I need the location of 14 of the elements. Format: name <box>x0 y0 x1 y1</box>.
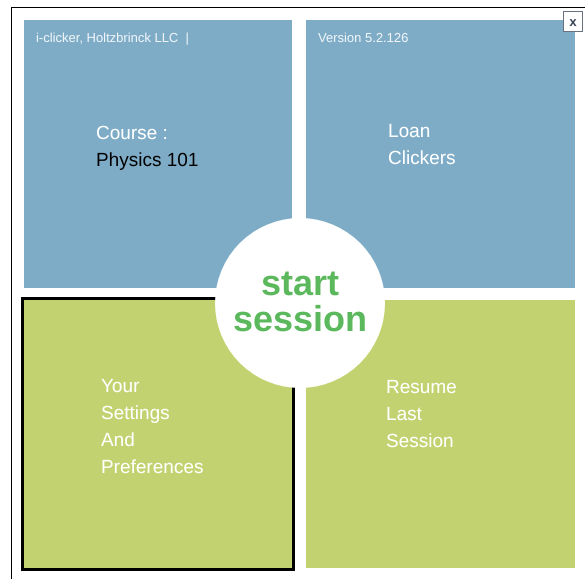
tile-label: Course : <box>96 122 169 146</box>
course-name: Physics 101 <box>96 149 200 173</box>
tile-label: Resume <box>386 376 458 400</box>
tile-label: Last <box>386 403 423 427</box>
caption-text: i-clicker, Holtzbrinck LLC | <box>36 29 189 47</box>
tile-label: And <box>101 429 136 453</box>
tile-label: Your <box>101 375 140 399</box>
tile-label: Session <box>386 430 455 454</box>
tile-label: Clickers <box>388 147 457 171</box>
tile-label: Loan <box>388 120 432 144</box>
tile-label: Settings <box>101 402 171 426</box>
tile-label: Preferences <box>101 456 204 480</box>
close-button[interactable]: x <box>563 11 583 32</box>
caption-text: Version 5.2.126 <box>318 29 408 47</box>
